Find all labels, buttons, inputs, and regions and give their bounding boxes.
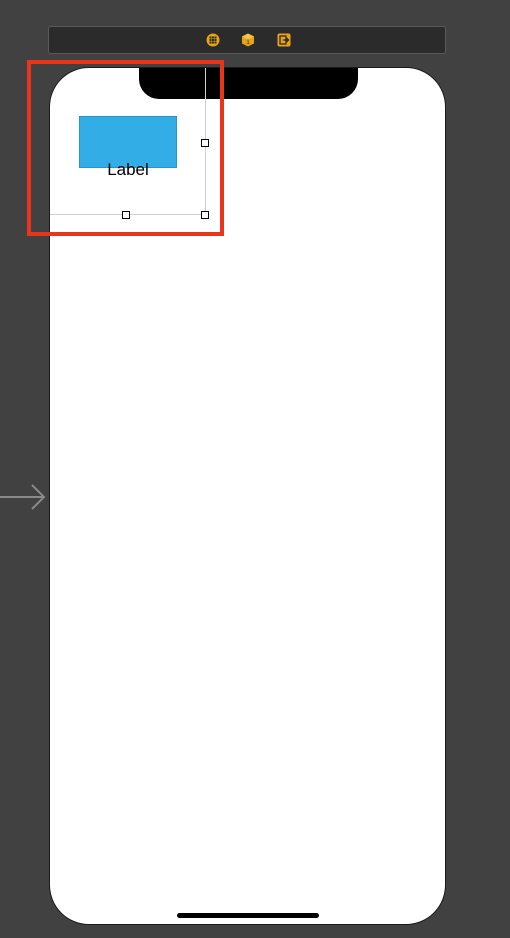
exit-icon[interactable] [277,33,291,47]
highlight-annotation-box [27,60,224,236]
view-controller-icon[interactable] [206,33,220,47]
initial-view-controller-arrow-icon [0,482,48,512]
home-indicator [177,913,319,918]
first-responder-icon[interactable]: 1 [241,33,255,47]
storyboard-canvas[interactable]: 1 Label [0,0,510,938]
scene-dock-bar: 1 [48,26,446,54]
